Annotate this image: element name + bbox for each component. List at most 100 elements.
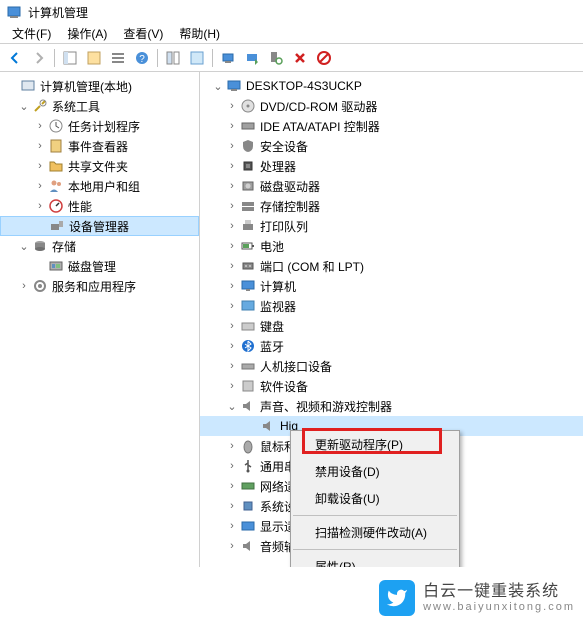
battery-node[interactable]: › 电池 [200, 236, 583, 256]
expand-icon[interactable]: › [16, 280, 32, 292]
expand-icon[interactable]: › [224, 260, 240, 272]
expand-icon[interactable]: › [224, 180, 240, 192]
keyboard-node[interactable]: ›键盘 [200, 316, 583, 336]
collapse-icon[interactable]: ⌄ [224, 400, 240, 413]
bluetooth-node[interactable]: ›蓝牙 [200, 336, 583, 356]
delete-btn[interactable] [289, 47, 311, 69]
expand-icon[interactable]: › [32, 160, 48, 172]
view-btn-3[interactable] [107, 47, 129, 69]
expand-icon[interactable]: › [224, 100, 240, 112]
menu-help[interactable]: 帮助(H) [171, 23, 228, 44]
menu-separator [293, 549, 457, 550]
expand-icon[interactable]: › [32, 200, 48, 212]
cpu-node[interactable]: ›处理器 [200, 156, 583, 176]
hid-node[interactable]: ›人机接口设备 [200, 356, 583, 376]
usb-icon [240, 458, 256, 474]
expand-icon[interactable]: › [224, 540, 240, 552]
audio-icon [240, 538, 256, 554]
menu-action[interactable]: 操作(A) [59, 23, 115, 44]
tree-label: DVD/CD-ROM 驱动器 [260, 98, 383, 115]
computer-node[interactable]: ⌄DESKTOP-4S3UCKP [200, 76, 583, 96]
disk-icon [48, 258, 64, 274]
dvd-node[interactable]: › DVD/CD-ROM 驱动器 [200, 96, 583, 116]
collapse-icon[interactable]: ⌄ [210, 80, 226, 93]
collapse-icon[interactable]: ⌄ [16, 100, 32, 113]
display-icon [240, 298, 256, 314]
expand-icon[interactable]: › [224, 460, 240, 472]
print-node[interactable]: ›打印队列 [200, 216, 583, 236]
computers-node[interactable]: ›计算机 [200, 276, 583, 296]
help-btn[interactable]: ? [131, 47, 153, 69]
perf-node[interactable]: ›性能 [0, 196, 199, 216]
cm-uninstall-device[interactable]: 卸载设备(U) [291, 485, 459, 512]
bluetooth-icon [240, 338, 256, 354]
dvd-icon [240, 98, 256, 114]
app-icon [6, 4, 22, 20]
ide-node[interactable]: ›IDE ATA/ATAPI 控制器 [200, 116, 583, 136]
storage-node[interactable]: ⌄存储 [0, 236, 199, 256]
view-btn-2[interactable] [83, 47, 105, 69]
users-node[interactable]: ›本地用户和组 [0, 176, 199, 196]
expand-icon[interactable]: › [224, 500, 240, 512]
services-node[interactable]: ›服务和应用程序 [0, 276, 199, 296]
tree-label: 端口 (COM 和 LPT) [260, 258, 370, 275]
disk-mgmt-node[interactable]: 磁盘管理 [0, 256, 199, 276]
scan-btn[interactable] [265, 47, 287, 69]
shared-node[interactable]: ›共享文件夹 [0, 156, 199, 176]
expand-icon[interactable]: › [32, 180, 48, 192]
expand-icon[interactable]: › [224, 520, 240, 532]
task-sched-node[interactable]: › 任务计划程序 [0, 116, 199, 136]
view-btn-4[interactable] [162, 47, 184, 69]
view-btn-5[interactable] [186, 47, 208, 69]
device-btn-2[interactable] [241, 47, 263, 69]
menu-file[interactable]: 文件(F) [4, 23, 59, 44]
monitor-node[interactable]: ›监视器 [200, 296, 583, 316]
expand-icon[interactable]: › [224, 120, 240, 132]
disk-node[interactable]: ›磁盘驱动器 [200, 176, 583, 196]
expand-icon[interactable]: › [224, 360, 240, 372]
cm-disable-device[interactable]: 禁用设备(D) [291, 458, 459, 485]
expand-icon[interactable]: › [224, 320, 240, 332]
cm-update-driver[interactable]: 更新驱动程序(P) [291, 431, 459, 458]
stop-btn[interactable] [313, 47, 335, 69]
expand-icon[interactable]: › [224, 440, 240, 452]
expand-icon[interactable]: › [224, 340, 240, 352]
watermark-text: 白云一键重装系统 www.baiyunxitong.com [423, 582, 575, 614]
collapse-icon[interactable]: ⌄ [16, 240, 32, 253]
tree-label: 电池 [260, 238, 290, 255]
speaker-icon [260, 418, 276, 434]
expand-icon[interactable]: › [224, 280, 240, 292]
storage-ctrl-node[interactable]: ›存储控制器 [200, 196, 583, 216]
security-node[interactable]: ›安全设备 [200, 136, 583, 156]
expand-icon[interactable]: › [224, 300, 240, 312]
tree-label: 系统工具 [52, 98, 106, 115]
sound-node[interactable]: ⌄声音、视频和游戏控制器 [200, 396, 583, 416]
back-button[interactable] [4, 47, 26, 69]
speaker-icon [240, 398, 256, 414]
device-mgr-node[interactable]: 设备管理器 [0, 216, 199, 236]
expand-icon[interactable]: › [224, 240, 240, 252]
expand-icon[interactable]: › [224, 480, 240, 492]
expand-icon[interactable]: › [224, 220, 240, 232]
expand-icon[interactable]: › [224, 160, 240, 172]
computer-mgmt-icon [20, 78, 36, 94]
sys-tools-node[interactable]: ⌄ 系统工具 [0, 96, 199, 116]
device-btn-1[interactable] [217, 47, 239, 69]
tree-label: 任务计划程序 [68, 118, 146, 135]
expand-icon[interactable]: › [224, 380, 240, 392]
ports-node[interactable]: › 端口 (COM 和 LPT) [200, 256, 583, 276]
software-node[interactable]: ›软件设备 [200, 376, 583, 396]
expand-icon[interactable]: › [224, 200, 240, 212]
cm-properties[interactable]: 属性(R) [291, 553, 459, 567]
expand-icon[interactable]: › [224, 140, 240, 152]
event-viewer-node[interactable]: ›事件查看器 [0, 136, 199, 156]
gpu-icon [240, 518, 256, 534]
expand-icon[interactable]: › [32, 120, 48, 132]
view-btn-1[interactable] [59, 47, 81, 69]
menu-view[interactable]: 查看(V) [115, 23, 171, 44]
expand-icon[interactable]: › [32, 140, 48, 152]
hid-icon [240, 358, 256, 374]
cm-scan-hardware[interactable]: 扫描检测硬件改动(A) [291, 519, 459, 546]
tree-root[interactable]: 计算机管理(本地) [0, 76, 199, 96]
forward-button[interactable] [28, 47, 50, 69]
